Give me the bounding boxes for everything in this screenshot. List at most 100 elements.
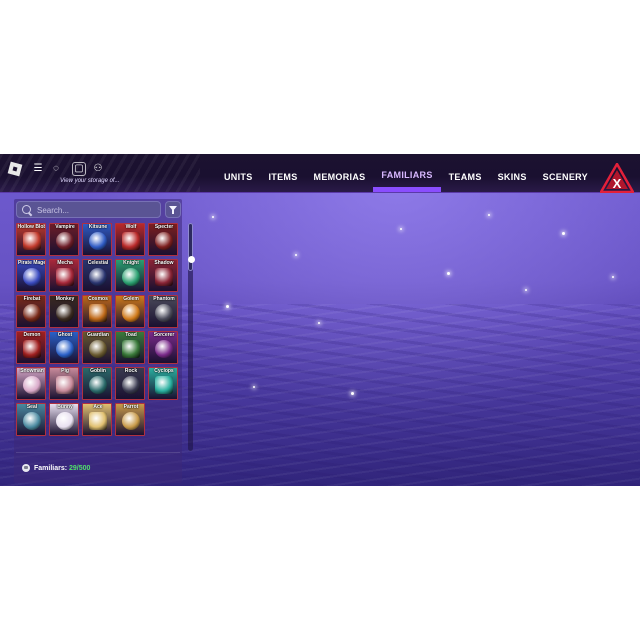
familiar-portrait bbox=[89, 232, 107, 250]
familiar-card[interactable]: Toad bbox=[115, 331, 145, 364]
filter-button[interactable] bbox=[165, 201, 181, 218]
familiar-card[interactable]: Bunny bbox=[49, 403, 79, 436]
sparkle bbox=[253, 386, 255, 388]
familiar-card[interactable]: Vampire bbox=[49, 223, 79, 256]
sparkle bbox=[447, 272, 450, 275]
sparkle bbox=[318, 322, 320, 324]
tab-memorias[interactable]: MEMORIAS bbox=[306, 154, 374, 192]
familiar-card[interactable]: Rock bbox=[115, 367, 145, 400]
familiar-card[interactable]: Golem bbox=[115, 295, 145, 328]
panel-divider bbox=[16, 452, 180, 453]
scrollbar-thumb[interactable] bbox=[188, 223, 195, 271]
familiar-name: Specter bbox=[154, 224, 174, 230]
scrollbar[interactable] bbox=[188, 223, 195, 451]
tab-familiars[interactable]: FAMILIARS bbox=[373, 154, 441, 192]
search-box[interactable] bbox=[16, 201, 161, 218]
familiar-name: Celestial bbox=[87, 260, 109, 266]
familiar-name: Pig bbox=[61, 368, 69, 374]
svg-text:X: X bbox=[613, 176, 622, 191]
familiar-card[interactable]: Cyclops bbox=[148, 367, 178, 400]
familiar-name: Bunny bbox=[57, 404, 73, 410]
sparkle bbox=[295, 254, 297, 256]
familiar-card[interactable]: Knight bbox=[115, 259, 145, 292]
familiar-portrait bbox=[23, 304, 41, 322]
familiar-card[interactable]: Pirate Mage bbox=[16, 259, 46, 292]
familiar-portrait bbox=[155, 376, 173, 394]
familiar-portrait bbox=[56, 268, 74, 286]
players-icon[interactable]: ⚇ bbox=[91, 162, 105, 176]
tab-skins[interactable]: SKINS bbox=[490, 154, 535, 192]
familiar-name: Shadow bbox=[154, 260, 174, 266]
tab-teams[interactable]: TEAMS bbox=[441, 154, 490, 192]
familiar-card[interactable]: Ace bbox=[82, 403, 112, 436]
familiar-card[interactable]: Snowman bbox=[16, 367, 46, 400]
familiar-portrait bbox=[89, 268, 107, 286]
familiar-card[interactable]: Mecha bbox=[49, 259, 79, 292]
storage-hint-text: View your storage of... bbox=[60, 178, 120, 184]
familiar-name: Rock bbox=[124, 368, 138, 374]
familiar-card[interactable]: Goblin bbox=[82, 367, 112, 400]
familiar-card[interactable]: Ghost bbox=[49, 331, 79, 364]
familiar-name: Golem bbox=[123, 296, 139, 302]
familiar-name: Monkey bbox=[55, 296, 75, 302]
familiars-count-value: 29/500 bbox=[69, 464, 91, 472]
familiar-card[interactable]: Pig bbox=[49, 367, 79, 400]
familiar-name: Wolf bbox=[125, 224, 137, 230]
familiar-portrait bbox=[155, 340, 173, 358]
familiar-card[interactable]: Guardian bbox=[82, 331, 112, 364]
familiar-portrait bbox=[56, 340, 74, 358]
familiar-portrait bbox=[23, 376, 41, 394]
backpack-icon[interactable]: ▢ bbox=[72, 162, 86, 176]
familiar-portrait bbox=[23, 232, 41, 250]
familiar-card[interactable]: Parrot bbox=[115, 403, 145, 436]
familiar-card[interactable]: Phantom bbox=[148, 295, 178, 328]
search-icon bbox=[22, 205, 31, 214]
familiars-count: Familiars: 29/500 bbox=[22, 464, 90, 472]
familiar-portrait bbox=[89, 340, 107, 358]
familiar-name: Ace bbox=[93, 404, 103, 410]
familiar-portrait bbox=[89, 304, 107, 322]
familiar-portrait bbox=[155, 304, 173, 322]
familiar-portrait bbox=[23, 268, 41, 286]
familiar-name: Parrot bbox=[123, 404, 139, 410]
familiar-name: Kitsune bbox=[88, 224, 108, 230]
familiar-card[interactable]: Celestial bbox=[82, 259, 112, 292]
tab-scenery[interactable]: SCENERY bbox=[535, 154, 596, 192]
familiar-portrait bbox=[89, 412, 107, 430]
familiar-name: Ghost bbox=[57, 332, 73, 338]
menu-icon[interactable]: ☰ bbox=[31, 162, 45, 176]
familiars-grid: Hollow Blob Vampire Kitsune Wolf Specter Pira… bbox=[16, 223, 178, 436]
familiar-card[interactable]: Seal bbox=[16, 403, 46, 436]
familiar-portrait bbox=[155, 268, 173, 286]
scrollbar-knob[interactable] bbox=[188, 256, 195, 263]
sparkle bbox=[612, 276, 614, 278]
search-input[interactable] bbox=[35, 203, 159, 218]
familiar-name: Cosmos bbox=[88, 296, 108, 302]
familiar-card[interactable]: Wolf bbox=[115, 223, 145, 256]
familiar-card[interactable]: Kitsune bbox=[82, 223, 112, 256]
familiar-card[interactable]: Sorcerer bbox=[148, 331, 178, 364]
familiar-portrait bbox=[56, 376, 74, 394]
familiar-card[interactable]: Demon bbox=[16, 331, 46, 364]
familiar-card[interactable]: Specter bbox=[148, 223, 178, 256]
familiar-card[interactable]: Hollow Blob bbox=[16, 223, 46, 256]
close-icon[interactable]: X bbox=[600, 163, 634, 193]
familiar-card[interactable]: Cosmos bbox=[82, 295, 112, 328]
tab-items[interactable]: ITEMS bbox=[261, 154, 306, 192]
familiar-portrait bbox=[122, 304, 140, 322]
sparkle bbox=[351, 392, 354, 395]
familiar-name: Phantom bbox=[153, 296, 175, 302]
familiar-name: Hollow Blob bbox=[17, 224, 46, 230]
familiar-card[interactable]: Firebat bbox=[16, 295, 46, 328]
familiar-portrait bbox=[56, 412, 74, 430]
familiars-count-label: Familiars: bbox=[34, 464, 70, 472]
familiar-name: Firebat bbox=[23, 296, 41, 302]
familiar-card[interactable]: Monkey bbox=[49, 295, 79, 328]
familiars-icon bbox=[22, 464, 30, 472]
familiar-card[interactable]: Shadow bbox=[148, 259, 178, 292]
sparkle bbox=[212, 216, 214, 218]
sparkle bbox=[488, 214, 490, 216]
familiar-portrait bbox=[56, 232, 74, 250]
chat-icon[interactable]: ◌ bbox=[49, 162, 63, 176]
tab-units[interactable]: UNITS bbox=[216, 154, 261, 192]
